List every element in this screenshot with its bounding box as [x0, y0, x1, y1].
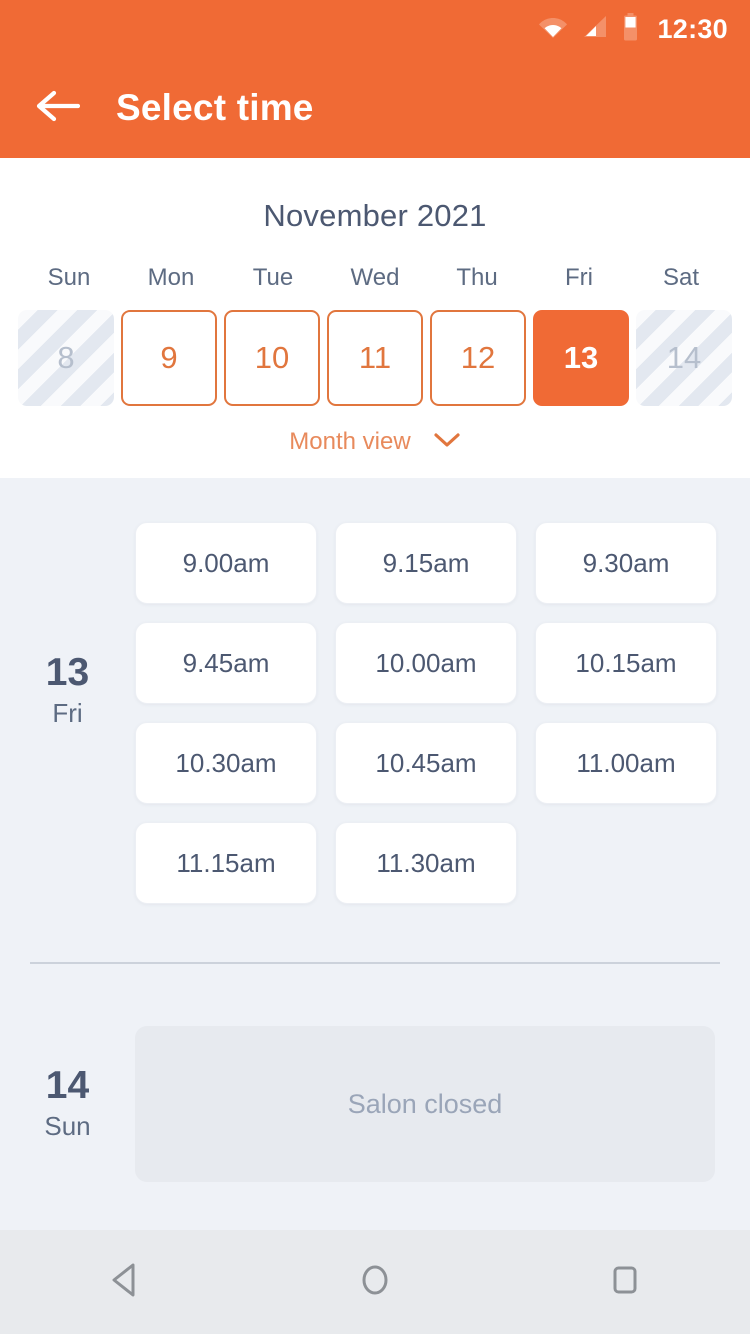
day-weekday: Fri	[52, 697, 83, 728]
day-number: 13	[45, 651, 90, 695]
weekday-label-mon: Mon	[147, 264, 195, 291]
day-weekday: Sun	[44, 1110, 91, 1141]
app-bar: Select time	[0, 58, 750, 158]
calendar-panel: November 2021 Sun Mon Tue Wed Thu Fri Sa…	[0, 158, 750, 478]
calendar-day-12[interactable]: 12	[430, 310, 526, 406]
day-label-14: 14 Sun	[0, 1026, 135, 1182]
time-slot[interactable]: 9.00am	[135, 522, 317, 604]
wifi-icon	[538, 15, 568, 44]
time-slot[interactable]: 10.00am	[335, 622, 517, 704]
month-view-toggle[interactable]: Month view	[0, 428, 750, 456]
recents-square-icon	[607, 1260, 643, 1305]
time-slot[interactable]: 10.15am	[535, 622, 717, 704]
status-bar: 12:30	[0, 0, 750, 58]
page-title: Select time	[116, 87, 314, 128]
section-divider	[30, 962, 720, 964]
day-section-13: 13 Fri 9.00am 9.15am 9.30am 9.45am 10.00…	[0, 478, 750, 904]
calendar-day-8: 8	[18, 310, 114, 406]
time-slot[interactable]: 9.30am	[535, 522, 717, 604]
nav-back-button[interactable]	[70, 1230, 180, 1334]
month-view-label: Month view	[289, 428, 411, 455]
nav-home-button[interactable]	[320, 1230, 430, 1334]
time-slot[interactable]: 10.30am	[135, 722, 317, 804]
time-slot[interactable]: 11.30am	[335, 822, 517, 904]
calendar-day-13[interactable]: 13	[533, 310, 629, 406]
back-arrow-icon	[36, 89, 81, 128]
chevron-down-icon	[433, 432, 461, 453]
time-slot[interactable]: 11.15am	[135, 822, 317, 904]
time-slot[interactable]: 9.45am	[135, 622, 317, 704]
nav-recents-button[interactable]	[570, 1230, 680, 1334]
day-label-13: 13 Fri	[0, 478, 135, 904]
weekday-label-tue: Tue	[252, 264, 294, 291]
weekday-label-thu: Thu	[456, 264, 498, 291]
calendar-day-10[interactable]: 10	[224, 310, 320, 406]
battery-icon	[622, 12, 639, 46]
calendar-day-11[interactable]: 11	[327, 310, 423, 406]
calendar-days-row: 8 9 10 11 12 13 14	[0, 310, 750, 406]
weekday-label-sun: Sun	[47, 264, 91, 291]
android-navigation-bar	[0, 1230, 750, 1334]
time-slot[interactable]: 9.15am	[335, 522, 517, 604]
time-slot[interactable]: 11.00am	[535, 722, 717, 804]
calendar-month-label: November 2021	[263, 198, 487, 233]
time-slot[interactable]: 10.45am	[335, 722, 517, 804]
calendar-day-9[interactable]: 9	[121, 310, 217, 406]
calendar-weekday-header: Sun Mon Tue Wed Thu Fri Sat	[0, 264, 750, 292]
salon-closed-banner: Salon closed	[135, 1026, 715, 1182]
calendar-day-14: 14	[636, 310, 732, 406]
weekday-label-wed: Wed	[350, 264, 400, 291]
home-circle-icon	[357, 1260, 393, 1305]
weekday-label-fri: Fri	[565, 264, 593, 291]
schedule-list: 13 Fri 9.00am 9.15am 9.30am 9.45am 10.00…	[0, 478, 750, 1230]
day-number: 14	[45, 1064, 90, 1108]
time-slot-grid: 9.00am 9.15am 9.30am 9.45am 10.00am 10.1…	[135, 478, 750, 904]
back-button[interactable]	[20, 70, 96, 146]
day-section-14: 14 Sun Salon closed	[0, 1026, 750, 1182]
weekday-label-sat: Sat	[662, 264, 700, 291]
cellular-signal-icon	[582, 15, 608, 44]
back-triangle-icon	[107, 1260, 143, 1305]
status-bar-clock: 12:30	[657, 13, 728, 44]
